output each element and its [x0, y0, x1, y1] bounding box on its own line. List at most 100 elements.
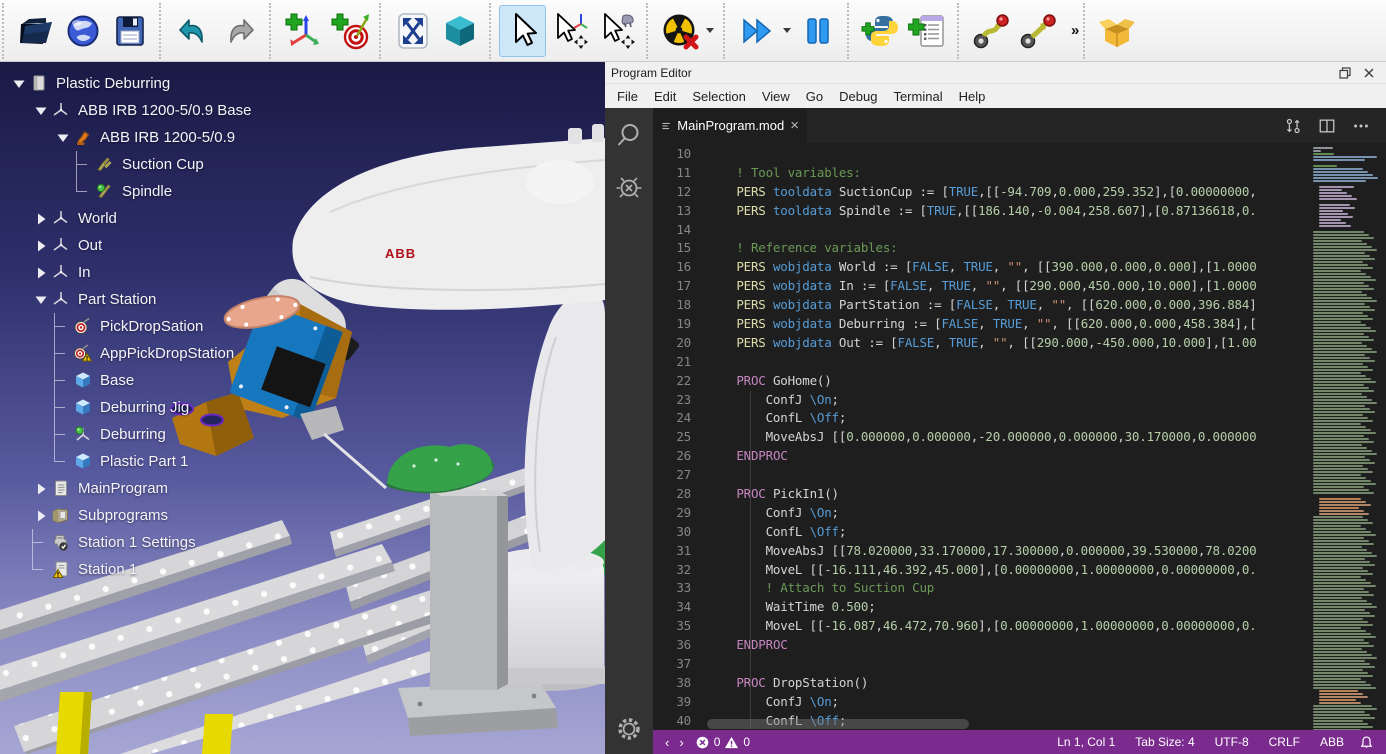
more-actions-icon[interactable] [1352, 117, 1370, 135]
code-line[interactable]: 31 MoveAbsJ [[78.020000,33.170000,17.300… [653, 542, 1308, 561]
fast-simulation-button[interactable] [733, 5, 780, 57]
tree-item-deburring[interactable]: Deburring [6, 421, 251, 448]
menu-go[interactable]: Go [798, 87, 831, 106]
expander-open-icon[interactable] [54, 129, 71, 146]
code-line[interactable]: 17 PERS wobjdata In := [FALSE, TRUE, "",… [653, 277, 1308, 296]
pause-simulation-button[interactable] [794, 5, 841, 57]
redo-button[interactable] [216, 5, 263, 57]
tree-item-suction-cup[interactable]: Suction Cup [6, 151, 251, 178]
fit-all-button[interactable] [389, 5, 436, 57]
code-line[interactable]: 21 [653, 353, 1308, 372]
code-line[interactable]: 38 PROC DropStation() [653, 674, 1308, 693]
3d-viewport[interactable]: ABB [0, 62, 605, 754]
code-line[interactable]: 27 [653, 466, 1308, 485]
code-line[interactable]: 13 PERS tooldata Spindle := [TRUE,[[186.… [653, 202, 1308, 221]
add-python-program-button[interactable] [857, 5, 904, 57]
code-line[interactable]: 14 [653, 221, 1308, 240]
expander-open-icon[interactable] [32, 102, 49, 119]
menu-debug[interactable]: Debug [831, 87, 885, 106]
menu-help[interactable]: Help [951, 87, 994, 106]
code-line[interactable]: 12 PERS tooldata SuctionCup := [TRUE,[[-… [653, 183, 1308, 202]
check-collisions-dropdown-caret[interactable] [706, 28, 714, 33]
tree-item-spindle[interactable]: Spindle [6, 178, 251, 205]
menu-terminal[interactable]: Terminal [885, 87, 950, 106]
expander-open-icon[interactable] [32, 291, 49, 308]
select-tool-button[interactable] [499, 5, 546, 57]
add-reference-frame-button[interactable] [279, 5, 326, 57]
tree-item-base[interactable]: Base [6, 367, 251, 394]
tab-size[interactable]: Tab Size: 4 [1130, 735, 1199, 749]
code-line[interactable]: 25 MoveAbsJ [[0.000000,0.000000,-20.0000… [653, 428, 1308, 447]
tree-item-deburring-jig[interactable]: Deburring Jig [6, 394, 251, 421]
tree-item-station-1-settings[interactable]: Station 1 Settings [6, 529, 251, 556]
tree-item-part-station[interactable]: Part Station [6, 286, 251, 313]
code-line[interactable]: 33 ! Attach to Suction Cup [653, 579, 1308, 598]
eol-sequence[interactable]: CRLF [1264, 735, 1305, 749]
status-back-icon[interactable]: ‹ [661, 735, 673, 750]
add-program-button[interactable] [904, 5, 951, 57]
code-line[interactable]: 28 PROC PickIn1() [653, 485, 1308, 504]
code-line[interactable]: 23 ConfJ \On; [653, 391, 1308, 410]
code-line[interactable]: 16 PERS wobjdata World := [FALSE, TRUE, … [653, 258, 1308, 277]
open-online-library-button[interactable] [59, 5, 106, 57]
minimap[interactable] [1308, 143, 1386, 730]
code-line[interactable]: 19 PERS wobjdata Deburring := [FALSE, TR… [653, 315, 1308, 334]
code-line[interactable]: 39 ConfJ \On; [653, 693, 1308, 712]
expander-closed-icon[interactable] [32, 264, 49, 281]
tab-close-icon[interactable]: × [790, 118, 799, 133]
language-mode[interactable]: ABB [1315, 735, 1349, 749]
menu-file[interactable]: File [609, 87, 646, 106]
close-window-icon[interactable] [1362, 66, 1376, 80]
encoding[interactable]: UTF-8 [1210, 735, 1254, 749]
tree-item-mainprogram[interactable]: MainProgram [6, 475, 251, 502]
split-editor-icon[interactable] [1318, 117, 1336, 135]
tree-item-abb-irb-1200-5-0-9-base[interactable]: ABB IRB 1200-5/0.9 Base [6, 97, 251, 124]
code-line[interactable]: 34 WaitTime 0.500; [653, 598, 1308, 617]
code-line[interactable]: 37 [653, 655, 1308, 674]
fast-simulation-dropdown-caret[interactable] [783, 28, 791, 33]
expander-closed-icon[interactable] [32, 210, 49, 227]
tree-item-world[interactable]: World [6, 205, 251, 232]
code-line[interactable]: 35 MoveL [[-16.087,46.472,70.960],[0.000… [653, 617, 1308, 636]
menu-view[interactable]: View [754, 87, 798, 106]
code-line[interactable]: 29 ConfJ \On; [653, 504, 1308, 523]
tree-item-abb-irb-1200-5-0-9[interactable]: ABB IRB 1200-5/0.9 [6, 124, 251, 151]
tree-item-out[interactable]: Out [6, 232, 251, 259]
settings-gear-icon[interactable] [614, 714, 644, 744]
move-linear-instruction-button[interactable] [1014, 5, 1061, 57]
code-line[interactable]: 10 [653, 145, 1308, 164]
code-line[interactable]: 15 ! Reference variables: [653, 239, 1308, 258]
check-collisions-button[interactable] [656, 5, 703, 57]
notifications-bell-icon[interactable] [1359, 735, 1374, 750]
code-line[interactable]: 22 PROC GoHome() [653, 372, 1308, 391]
open-station-button[interactable] [12, 5, 59, 57]
move-joint-instruction-button[interactable] [967, 5, 1014, 57]
expander-closed-icon[interactable] [32, 507, 49, 524]
debug-icon[interactable] [614, 172, 644, 202]
expander-closed-icon[interactable] [32, 480, 49, 497]
menu-edit[interactable]: Edit [646, 87, 684, 106]
tab-mainprogram-mod[interactable]: MainProgram.mod × [653, 108, 807, 143]
code-line[interactable]: 24 ConfL \Off; [653, 409, 1308, 428]
expander-closed-icon[interactable] [32, 237, 49, 254]
tree-item-pickdropsation[interactable]: PickDropSation [6, 313, 251, 340]
tree-item-plastic-deburring[interactable]: Plastic Deburring [6, 70, 251, 97]
code-line[interactable]: 11 ! Tool variables: [653, 164, 1308, 183]
toolbar-overflow-chevron[interactable]: » [1067, 22, 1083, 39]
cursor-position[interactable]: Ln 1, Col 1 [1052, 735, 1120, 749]
tree-item-plastic-part-1[interactable]: Plastic Part 1 [6, 448, 251, 475]
code-editor[interactable]: 1011 ! Tool variables:12 PERS tooldata S… [653, 143, 1386, 730]
code-line[interactable]: 32 MoveL [[-16.111,46.392,45.000],[0.000… [653, 561, 1308, 580]
float-window-icon[interactable] [1338, 66, 1352, 80]
status-forward-icon[interactable]: › [675, 735, 687, 750]
code-line[interactable]: 20 PERS wobjdata Out := [FALSE, TRUE, ""… [653, 334, 1308, 353]
editor-titlebar[interactable]: Program Editor [605, 62, 1386, 84]
tree-item-in[interactable]: In [6, 259, 251, 286]
horizontal-scrollbar[interactable] [707, 719, 969, 729]
plugins-box-button[interactable] [1093, 5, 1140, 57]
move-reference-tool-button[interactable] [546, 5, 593, 57]
add-target-button[interactable] [326, 5, 373, 57]
undo-button[interactable] [169, 5, 216, 57]
tree-item-apppickdropstation[interactable]: AppPickDropStation [6, 340, 251, 367]
tree-item-station-1[interactable]: Station 1 [6, 556, 251, 583]
